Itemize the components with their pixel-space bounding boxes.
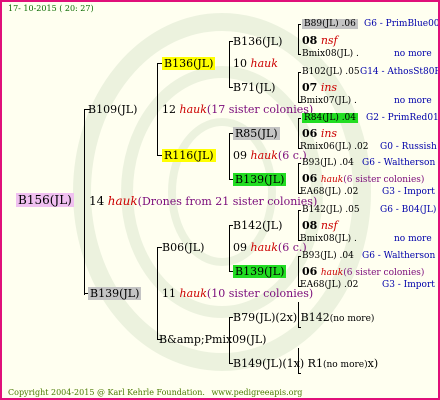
gen3-queen[interactable]: B79(JL)(2x) B142(no more) (233, 311, 374, 324)
gen4-drone-link: 06 hauk(6 sister colonies) (302, 172, 425, 185)
gen4-drone-link: 07 ins (302, 81, 338, 94)
gen3-queen[interactable]: B139(JL) (233, 173, 287, 186)
gen1-queen[interactable]: B109(JL) (88, 103, 137, 116)
gen4-origin: no more (394, 49, 432, 59)
connector (298, 72, 299, 103)
footer: Copyright 2004-2015 @ Karl Kehrle Founda… (8, 388, 302, 397)
connector (298, 256, 301, 257)
root-drone-link: 14 hauk(Drones from 21 sister colonies) (89, 194, 318, 208)
footer-site-link[interactable]: www.pedigreeapis.org (211, 388, 302, 397)
gen4-queen[interactable]: B93(JL) .04 (302, 251, 354, 261)
connector (229, 225, 230, 272)
pedigree-frame: 17- 10-2015 ( 20: 27) B156(JL) 14 hauk(D… (0, 0, 440, 400)
connector (157, 63, 158, 156)
gen1-drone-link: 11 hauk(10 sister colonies) (162, 287, 314, 300)
gen3-queen[interactable]: B142(JL) (233, 219, 282, 232)
gen4-queen[interactable]: Rmix06(JL) .02 (300, 142, 369, 152)
gen4-origin: G3 - Import (382, 187, 435, 197)
gen4-origin: G0 - Russish (380, 142, 437, 152)
connector (298, 163, 301, 164)
root-queen[interactable]: B156(JL) (16, 193, 74, 207)
connector (298, 256, 299, 287)
date-stamp: 17- 10-2015 ( 20: 27) (8, 4, 94, 13)
gen4-origin: G6 - Waltherson (362, 158, 436, 168)
connector (298, 118, 299, 149)
gen4-queen[interactable]: R84(JL) .04 (302, 113, 359, 123)
gen3-queen[interactable]: R85(JL) (233, 127, 280, 140)
gen4-queen[interactable]: B93(JL) .04 (302, 158, 354, 168)
gen4-queen[interactable]: EA68(JL) .02 (300, 187, 358, 197)
gen4-queen[interactable]: Bmix07(JL) . (300, 96, 357, 106)
connector (298, 210, 299, 241)
gen4-origin: G2 - PrimRed01 (366, 113, 439, 123)
gen3-queen[interactable]: B139(JL) (233, 265, 287, 278)
gen4-origin: no more (394, 96, 432, 106)
connector (298, 373, 301, 374)
gen4-origin: no more (394, 234, 432, 244)
gen2-queen[interactable]: B&amp;Pmix09(JL) (159, 333, 266, 346)
gen4-origin: G3 - Import (382, 280, 435, 290)
connector (298, 54, 301, 55)
gen4-drone-link: 08 nsf (302, 34, 338, 47)
gen2-drone-link: 09 hauk(6 c.) (233, 241, 307, 254)
connector (298, 163, 299, 194)
connector (157, 247, 158, 340)
gen4-origin: G14 - AthosSt80R (360, 67, 440, 77)
gen4-drone-link: 08 nsf (302, 219, 338, 232)
gen4-queen[interactable]: B102(JL) .05 (302, 67, 360, 77)
gen4-drone-link: 06 hauk(6 sister colonies) (302, 265, 425, 278)
connector (229, 133, 230, 180)
connector (229, 41, 230, 88)
gen4-origin: G6 - B04(JL) (380, 205, 437, 215)
gen4-origin: G6 - PrimBlue00 (364, 19, 440, 29)
connector (298, 327, 301, 328)
connector (298, 118, 301, 119)
gen1-drone-link: 12 hauk(17 sister colonies) (162, 103, 314, 116)
gen4-queen[interactable]: B142(JL) .05 (302, 205, 360, 215)
connector (298, 24, 301, 25)
gen4-queen[interactable]: EA68(JL) .02 (300, 280, 358, 290)
gen3-queen[interactable]: B149(JL)(1x) R1(no more)x) (233, 357, 378, 370)
gen3-queen[interactable]: B71(JL) (233, 81, 275, 94)
root-queen-name: B156(JL) (16, 193, 74, 207)
footer-copyright: Copyright 2004-2015 @ Karl Kehrle Founda… (8, 388, 205, 397)
gen1-queen[interactable]: B139(JL) (88, 287, 142, 300)
gen4-origin: G6 - Waltherson (362, 251, 436, 261)
connector (298, 72, 301, 73)
gen4-drone-link: 06 ins (302, 127, 338, 140)
gen2-drone-link: 09 hauk(6 c.) (233, 149, 307, 162)
gen4-queen[interactable]: Bmix08(JL) . (300, 234, 357, 244)
connector (298, 24, 299, 55)
gen2-queen[interactable]: R116(JL) (162, 149, 216, 162)
gen3-queen[interactable]: B136(JL) (233, 35, 282, 48)
gen4-queen[interactable]: Bmix08(JL) . (302, 49, 359, 59)
gen2-queen[interactable]: B136(JL) (162, 57, 216, 70)
gen2-queen[interactable]: B06(JL) (162, 241, 204, 254)
connector (298, 210, 301, 211)
gen4-queen[interactable]: B89(JL) .06 (302, 19, 358, 29)
gen2-drone-link: 10 hauk (233, 57, 278, 70)
connector (84, 109, 85, 295)
